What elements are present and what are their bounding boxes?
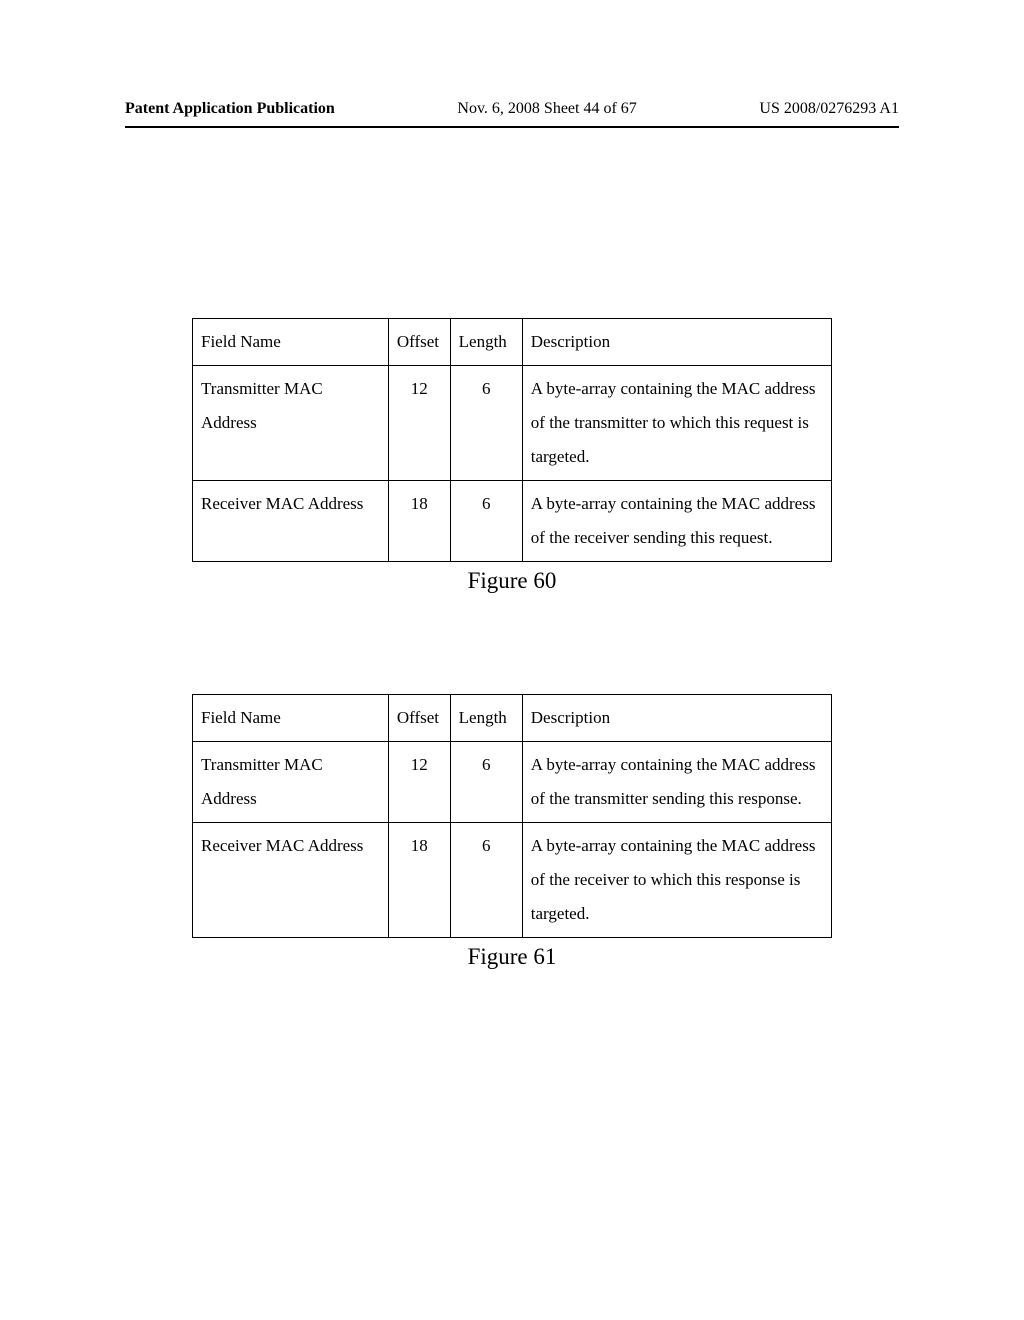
cell-field-name: Transmitter MAC Address — [193, 742, 389, 823]
figure-61-block: Field Name Offset Length Description Tra… — [125, 694, 899, 970]
figure-61-table: Field Name Offset Length Description Tra… — [192, 694, 832, 938]
header-patent-number: US 2008/0276293 A1 — [759, 100, 899, 118]
cell-length: 6 — [450, 823, 522, 938]
cell-offset: 18 — [388, 481, 450, 562]
cell-length: 6 — [450, 481, 522, 562]
figure-61-caption: Figure 61 — [125, 944, 899, 970]
cell-offset: 12 — [388, 742, 450, 823]
col-header-offset: Offset — [388, 695, 450, 742]
cell-field-name: Receiver MAC Address — [193, 823, 389, 938]
header-divider — [125, 126, 899, 128]
cell-offset: 18 — [388, 823, 450, 938]
col-header-description: Description — [522, 695, 831, 742]
cell-length: 6 — [450, 366, 522, 481]
table-row: Transmitter MAC Address 12 6 A byte-arra… — [193, 366, 832, 481]
col-header-description: Description — [522, 319, 831, 366]
table-header-row: Field Name Offset Length Description — [193, 695, 832, 742]
table-row: Receiver MAC Address 18 6 A byte-array c… — [193, 823, 832, 938]
cell-description: A byte-array containing the MAC address … — [522, 366, 831, 481]
table-row: Transmitter MAC Address 12 6 A byte-arra… — [193, 742, 832, 823]
figure-60-table: Field Name Offset Length Description Tra… — [192, 318, 832, 562]
table-header-row: Field Name Offset Length Description — [193, 319, 832, 366]
col-header-offset: Offset — [388, 319, 450, 366]
cell-field-name: Transmitter MAC Address — [193, 366, 389, 481]
page-header: Patent Application Publication Nov. 6, 2… — [125, 100, 899, 118]
figure-60-block: Field Name Offset Length Description Tra… — [125, 318, 899, 594]
col-header-length: Length — [450, 319, 522, 366]
cell-offset: 12 — [388, 366, 450, 481]
table-row: Receiver MAC Address 18 6 A byte-array c… — [193, 481, 832, 562]
cell-description: A byte-array containing the MAC address … — [522, 742, 831, 823]
cell-field-name: Receiver MAC Address — [193, 481, 389, 562]
figure-60-caption: Figure 60 — [125, 568, 899, 594]
header-publication: Patent Application Publication — [125, 100, 335, 118]
cell-description: A byte-array containing the MAC address … — [522, 823, 831, 938]
header-date-sheet: Nov. 6, 2008 Sheet 44 of 67 — [457, 100, 636, 118]
col-header-field: Field Name — [193, 319, 389, 366]
cell-length: 6 — [450, 742, 522, 823]
col-header-field: Field Name — [193, 695, 389, 742]
col-header-length: Length — [450, 695, 522, 742]
cell-description: A byte-array containing the MAC address … — [522, 481, 831, 562]
